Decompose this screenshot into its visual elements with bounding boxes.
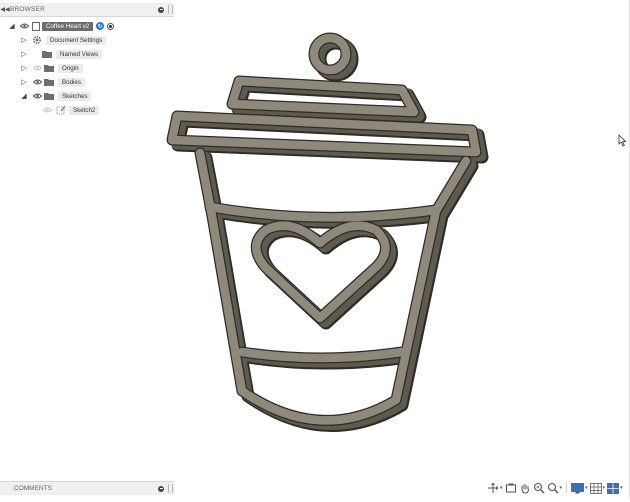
tree-item-named-views[interactable]: ▷ Named Views xyxy=(20,48,103,60)
tree-root-document[interactable]: ◢ Coffee Heart v2 ↻ xyxy=(8,20,115,32)
expand-triangle-icon[interactable]: ▷ xyxy=(20,50,28,58)
viewports-icon[interactable]: ▾ xyxy=(607,482,623,494)
hidden-eye-icon[interactable] xyxy=(42,105,52,115)
collapse-triangle-icon[interactable]: ◢ xyxy=(8,22,16,30)
comments-title: COMMENTS xyxy=(14,485,52,492)
gear-icon xyxy=(32,35,42,45)
look-at-icon[interactable] xyxy=(505,482,517,494)
fit-icon[interactable]: ▾ xyxy=(547,482,563,494)
minimize-panel-icon[interactable] xyxy=(158,6,164,13)
browser-title: BROWSER xyxy=(10,6,45,13)
visibility-eye-icon[interactable] xyxy=(19,21,29,31)
tree-item-bodies[interactable]: ▷ Bodies xyxy=(20,76,85,88)
tree-item-document-settings[interactable]: ▷ Document Settings xyxy=(20,34,107,46)
tree-item-label: Sketches xyxy=(58,91,92,101)
toolbar-divider xyxy=(566,483,568,493)
navigation-toolbar: ▾ ▾ ▾ ▾ ▾ xyxy=(487,481,623,495)
mouse-cursor-icon xyxy=(618,134,627,147)
expand-triangle-icon[interactable]: ▷ xyxy=(20,36,28,44)
hidden-eye-icon[interactable] xyxy=(32,63,42,73)
expand-triangle-icon[interactable]: ▷ xyxy=(20,78,28,86)
display-settings-icon[interactable]: ▾ xyxy=(571,482,588,494)
panel-grip-icon[interactable] xyxy=(168,5,173,14)
dropdown-caret-icon[interactable]: ▾ xyxy=(500,485,503,491)
tree-item-label: Named Views xyxy=(56,49,103,59)
comments-panel-header[interactable]: COMMENTS xyxy=(0,481,174,495)
zoom-icon[interactable] xyxy=(533,482,545,494)
folder-icon xyxy=(42,50,52,58)
visibility-eye-icon[interactable] xyxy=(32,91,42,101)
sketch-icon xyxy=(56,105,66,115)
panel-grip-icon[interactable] xyxy=(168,484,173,493)
model-top-edges xyxy=(166,32,482,426)
orbit-icon[interactable]: ▾ xyxy=(487,482,503,494)
collapse-panel-icon[interactable]: ◀◀ xyxy=(0,6,10,13)
tree-item-label: Bodies xyxy=(58,77,85,87)
tree-item-sketches[interactable]: ◢ Sketches xyxy=(20,90,92,102)
grid-icon[interactable]: ▾ xyxy=(589,482,606,494)
add-comment-icon[interactable] xyxy=(158,485,164,492)
folder-icon xyxy=(44,92,54,100)
model-side-face xyxy=(171,36,487,430)
document-component-icon xyxy=(32,21,40,31)
pan-icon[interactable] xyxy=(519,482,531,494)
document-name[interactable]: Coffee Heart v2 xyxy=(42,21,94,31)
dropdown-caret-icon[interactable]: ▾ xyxy=(560,485,563,491)
folder-icon xyxy=(44,78,54,86)
expand-triangle-icon[interactable]: ▷ xyxy=(20,64,28,72)
coffee-cup-model[interactable] xyxy=(0,0,630,500)
visibility-eye-icon[interactable] xyxy=(32,77,42,87)
browser-panel-header[interactable]: ◀◀ BROWSER xyxy=(0,3,174,17)
model-top-face xyxy=(167,33,481,425)
dropdown-caret-icon[interactable]: ▾ xyxy=(585,485,588,491)
tree-item-label: Origin xyxy=(58,63,83,73)
activate-radio-icon[interactable] xyxy=(107,22,115,30)
canvas-viewport[interactable] xyxy=(0,0,630,500)
dropdown-caret-icon[interactable]: ▾ xyxy=(603,485,606,491)
folder-icon xyxy=(44,64,54,72)
collapse-triangle-icon[interactable]: ◢ xyxy=(20,92,28,100)
tree-item-sketch2[interactable]: Sketch2 xyxy=(42,104,100,116)
tree-item-origin[interactable]: ▷ Origin xyxy=(20,62,83,74)
tree-item-label: Sketch2 xyxy=(69,105,100,115)
link-badge-icon[interactable]: ↻ xyxy=(96,22,105,30)
dropdown-caret-icon[interactable]: ▾ xyxy=(620,485,623,491)
model-extrusion-outline xyxy=(171,36,489,432)
tree-item-label: Document Settings xyxy=(46,35,107,45)
